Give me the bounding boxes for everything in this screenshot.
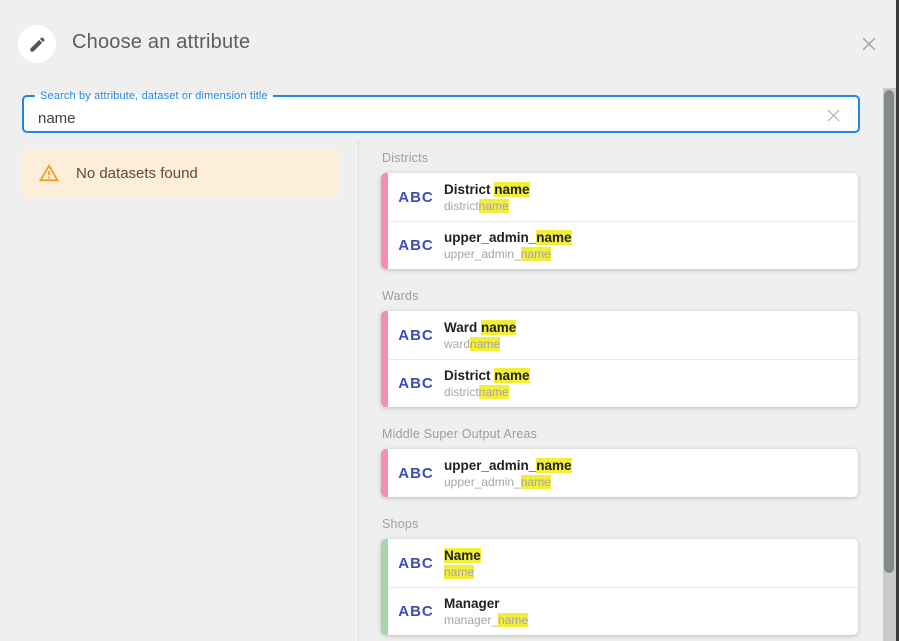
attribute-title: upper_admin_name xyxy=(444,229,572,246)
group-card: ABC District name districtname ABC upper… xyxy=(381,173,858,269)
group-shops: Shops ABC Name name ABC Manager manager_… xyxy=(381,516,858,635)
attribute-subtitle: upper_admin_name xyxy=(444,475,572,490)
attribute-type-icon: ABC xyxy=(388,189,444,206)
attribute-row[interactable]: ABC Ward name wardname xyxy=(388,311,858,359)
attribute-title: District name xyxy=(444,181,530,198)
dialog-header: Choose an attribute xyxy=(0,0,899,84)
attribute-title: District name xyxy=(444,367,530,384)
attribute-type-icon: ABC xyxy=(388,375,444,392)
accent-strip xyxy=(381,311,388,407)
attribute-type-icon: ABC xyxy=(388,237,444,254)
scrollbar-thumb[interactable] xyxy=(884,90,894,573)
warning-icon xyxy=(38,162,60,184)
attribute-title: Ward name xyxy=(444,319,516,336)
search-field: Search by attribute, dataset or dimensio… xyxy=(22,90,860,133)
attribute-subtitle: name xyxy=(444,565,481,580)
attribute-title: upper_admin_name xyxy=(444,457,572,474)
attribute-type-icon: ABC xyxy=(388,555,444,572)
search-field-label: Search by attribute, dataset or dimensio… xyxy=(35,90,273,102)
group-districts: Districts ABC District name districtname… xyxy=(381,150,858,269)
clear-search-icon[interactable] xyxy=(822,104,844,126)
attribute-results-panel: Districts ABC District name districtname… xyxy=(381,150,858,641)
accent-strip xyxy=(381,449,388,497)
attribute-title: Manager xyxy=(444,595,528,612)
accent-strip xyxy=(381,539,388,635)
no-datasets-warning: No datasets found xyxy=(22,149,339,197)
pencil-icon xyxy=(18,25,56,63)
attribute-subtitle: manager_name xyxy=(444,613,528,628)
group-msoa: Middle Super Output Areas ABC upper_admi… xyxy=(381,426,858,497)
scrollbar-track[interactable] xyxy=(883,88,896,641)
group-label: Middle Super Output Areas xyxy=(382,426,858,442)
attribute-subtitle: wardname xyxy=(444,337,516,352)
attribute-type-icon: ABC xyxy=(388,603,444,620)
group-label: Shops xyxy=(382,516,858,532)
group-card: ABC Name name ABC Manager manager_name xyxy=(381,539,858,635)
group-card: ABC Ward name wardname ABC District name… xyxy=(381,311,858,407)
attribute-type-icon: ABC xyxy=(388,465,444,482)
attribute-subtitle: districtname xyxy=(444,385,530,400)
group-label: Districts xyxy=(382,150,858,166)
close-icon[interactable] xyxy=(858,33,880,55)
group-label: Wards xyxy=(382,288,858,304)
search-input[interactable] xyxy=(24,106,804,136)
attribute-subtitle: districtname xyxy=(444,199,530,214)
dialog-title: Choose an attribute xyxy=(72,31,250,54)
attribute-row[interactable]: ABC Name name xyxy=(388,539,858,587)
group-card: ABC upper_admin_name upper_admin_name xyxy=(381,449,858,497)
attribute-row[interactable]: ABC Manager manager_name xyxy=(388,587,858,635)
attribute-subtitle: upper_admin_name xyxy=(444,247,572,262)
warning-text: No datasets found xyxy=(76,165,198,182)
attribute-type-icon: ABC xyxy=(388,327,444,344)
attribute-row[interactable]: ABC District name districtname xyxy=(388,359,858,407)
accent-strip xyxy=(381,173,388,269)
group-wards: Wards ABC Ward name wardname ABC Distric… xyxy=(381,288,858,407)
attribute-row[interactable]: ABC District name districtname xyxy=(388,173,858,221)
attribute-row[interactable]: ABC upper_admin_name upper_admin_name xyxy=(388,221,858,269)
panel-divider xyxy=(358,140,359,641)
attribute-title: Name xyxy=(444,547,481,564)
attribute-row[interactable]: ABC upper_admin_name upper_admin_name xyxy=(388,449,858,497)
